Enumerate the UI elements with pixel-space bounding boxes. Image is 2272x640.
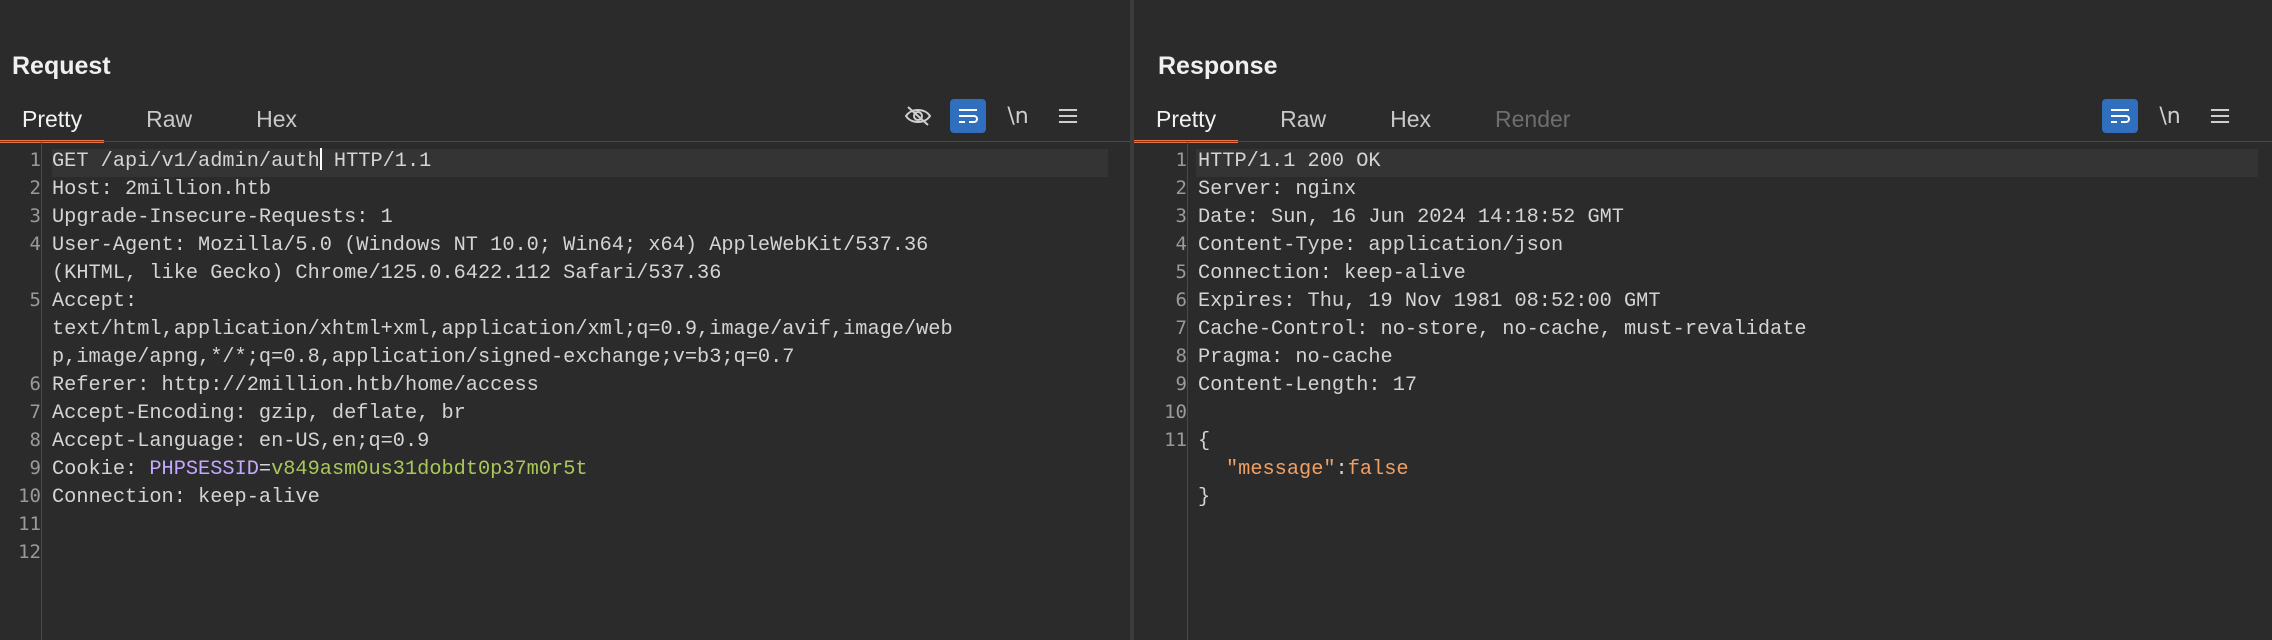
cookie-equals: = — [258, 458, 272, 481]
request-line-text: HTTP/1.1 — [321, 150, 432, 173]
request-line: User-Agent: Mozilla/5.0 (Windows NT 10.0… — [52, 234, 929, 257]
line-number: 6 — [29, 373, 41, 395]
request-line: p,image/apng,*/*;q=0.8,application/signe… — [52, 346, 795, 369]
response-line: Cache-Control: no-store, no-cache, must-… — [1198, 318, 1807, 341]
request-line: GET /api/v1/admin/auth HTTP/1.1 — [52, 148, 431, 176]
request-line: Referer: http://2million.htb/home/access — [52, 374, 539, 397]
request-tab-raw[interactable]: Raw — [124, 98, 214, 140]
response-line-gutter: 1 2 3 4 5 6 7 8 9 10 11 — [1134, 142, 1188, 640]
request-tab-pretty[interactable]: Pretty — [0, 98, 105, 143]
response-code: HTTP/1.1 200 OK Server: nginx Date: Sun,… — [1198, 142, 2248, 640]
line-number: 10 — [1164, 401, 1187, 423]
newline-toggle-button[interactable]: \n — [1000, 99, 1036, 133]
menu-button[interactable] — [2202, 99, 2238, 133]
response-line: Date: Sun, 16 Jun 2024 14:18:52 GMT — [1198, 206, 1624, 229]
response-tab-raw[interactable]: Raw — [1258, 98, 1348, 140]
request-line: text/html,application/xhtml+xml,applicat… — [52, 318, 953, 341]
request-title: Request — [12, 52, 111, 80]
line-number: 2 — [29, 177, 41, 199]
response-toolbar: \n — [2102, 98, 2238, 134]
line-number: 9 — [29, 457, 41, 479]
response-title: Response — [1158, 52, 1278, 80]
request-line: (KHTML, like Gecko) Chrome/125.0.6422.11… — [52, 262, 722, 285]
line-number: 11 — [18, 513, 41, 535]
line-number: 12 — [18, 541, 41, 563]
response-tabs: Pretty Raw Hex Render — [1134, 98, 1592, 143]
response-tab-render[interactable]: Render — [1473, 98, 1592, 140]
request-line: Connection: keep-alive — [52, 486, 320, 509]
json-colon: : — [1335, 458, 1348, 481]
eye-slash-icon — [904, 106, 932, 126]
cookie-label: Cookie: — [52, 458, 150, 481]
line-number: 7 — [29, 401, 41, 423]
request-editor[interactable]: 1 2 3 4 5 6 7 8 9 10 11 12 GET /api/v1/a… — [0, 142, 1130, 640]
request-line-text: GET /api/v1/admin/auth — [52, 150, 320, 173]
request-line: Accept-Encoding: gzip, deflate, br — [52, 402, 466, 425]
wrap-lines-button[interactable] — [2102, 99, 2138, 133]
request-tab-hex[interactable]: Hex — [234, 98, 319, 140]
response-line: Server: nginx — [1198, 178, 1357, 201]
cookie-name: PHPSESSID — [149, 458, 259, 481]
response-tab-pretty[interactable]: Pretty — [1134, 98, 1239, 143]
line-number: 8 — [29, 429, 41, 451]
request-line: Accept-Language: en-US,en;q=0.9 — [52, 430, 430, 453]
line-number: 1 — [1175, 149, 1187, 171]
line-number: 10 — [18, 485, 41, 507]
request-line: Accept: — [52, 290, 138, 313]
wrap-lines-icon — [959, 109, 978, 123]
json-property-line: "message":false — [1226, 456, 1409, 484]
request-toolbar: \n — [900, 98, 1086, 134]
response-line: Expires: Thu, 19 Nov 1981 08:52:00 GMT — [1198, 290, 1661, 313]
line-number: 2 — [1175, 177, 1187, 199]
hide-button[interactable] — [900, 99, 936, 133]
line-number: 4 — [1175, 233, 1187, 255]
wrap-lines-button[interactable] — [950, 99, 986, 133]
menu-button[interactable] — [1050, 99, 1086, 133]
line-number: 11 — [1164, 429, 1187, 451]
request-tabs: Pretty Raw Hex — [0, 98, 319, 143]
line-number: 3 — [29, 205, 41, 227]
json-value: false — [1347, 458, 1409, 481]
cookie-value: v849asm0us31dobdt0p37m0r5t — [271, 458, 588, 481]
response-line: Pragma: no-cache — [1198, 346, 1393, 369]
response-line: Content-Type: application/json — [1198, 234, 1564, 257]
request-line-gutter: 1 2 3 4 5 6 7 8 9 10 11 12 — [0, 142, 42, 640]
menu-icon — [2211, 109, 2229, 123]
line-number: 1 — [29, 149, 41, 171]
request-pane: Request Pretty Raw Hex \n 1 2 3 4 5 6 7 … — [0, 0, 1130, 640]
request-line: Host: 2million.htb — [52, 178, 272, 201]
line-number: 7 — [1175, 317, 1187, 339]
line-number: 3 — [1175, 205, 1187, 227]
response-line: Content-Length: 17 — [1198, 374, 1418, 397]
wrap-lines-icon — [2111, 109, 2130, 123]
response-line: Connection: keep-alive — [1198, 262, 1466, 285]
json-close-brace: } — [1198, 486, 1211, 509]
request-code: GET /api/v1/admin/auth HTTP/1.1 Host: 2m… — [52, 142, 1106, 640]
response-editor[interactable]: 1 2 3 4 5 6 7 8 9 10 11 HTTP/1.1 200 OK … — [1134, 142, 2272, 640]
json-key: "message" — [1226, 458, 1336, 481]
line-number: 9 — [1175, 373, 1187, 395]
line-number: 6 — [1175, 289, 1187, 311]
line-number: 8 — [1175, 345, 1187, 367]
line-number: 5 — [1175, 261, 1187, 283]
response-pane: Response Pretty Raw Hex Render \n 1 2 3 … — [1134, 0, 2272, 640]
newline-toggle-button[interactable]: \n — [2152, 99, 2188, 133]
line-number: 4 — [29, 233, 41, 255]
request-line: Cookie: PHPSESSID=v849asm0us31dobdt0p37m… — [52, 456, 588, 484]
request-line: Upgrade-Insecure-Requests: 1 — [52, 206, 393, 229]
response-line: HTTP/1.1 200 OK — [1198, 150, 1381, 173]
line-number: 5 — [29, 289, 41, 311]
response-tab-hex[interactable]: Hex — [1368, 98, 1453, 140]
json-open-brace: { — [1198, 430, 1211, 453]
menu-icon — [1059, 109, 1077, 123]
